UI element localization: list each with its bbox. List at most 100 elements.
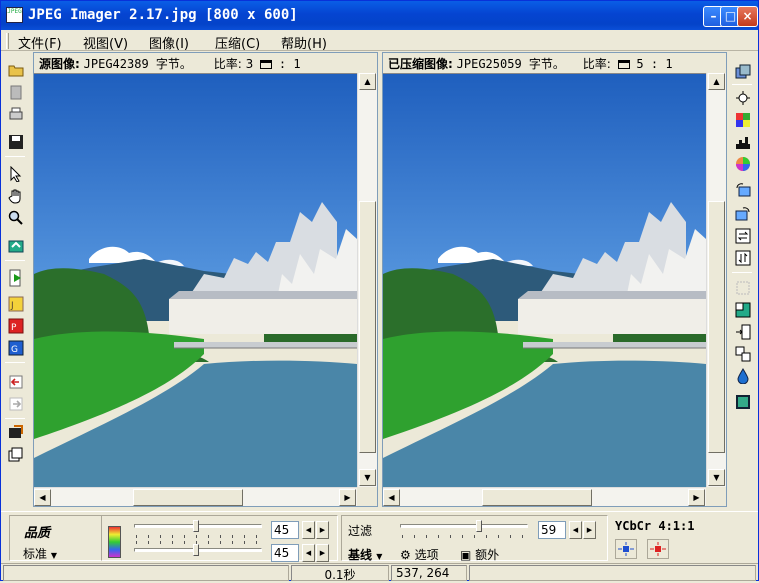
color-palette-icon[interactable] (733, 110, 753, 130)
quality-value-2-input[interactable]: 45 (271, 544, 299, 562)
close-button[interactable]: × (737, 6, 758, 27)
hand-icon[interactable] (6, 186, 26, 206)
resize-icon[interactable] (733, 300, 753, 320)
scroll-down-arrow[interactable]: ▼ (708, 469, 725, 486)
quality-2-decrement[interactable]: ◀ (302, 544, 315, 562)
scroll-thumb[interactable] (133, 489, 243, 506)
scroll-left-arrow[interactable]: ◀ (383, 489, 400, 506)
scroll-left-arrow[interactable]: ◀ (34, 489, 51, 506)
subsample-red-icon (650, 542, 666, 556)
quality-1-increment[interactable]: ▶ (316, 521, 329, 539)
flip-vertical-icon[interactable] (733, 248, 753, 268)
convert-image-icon[interactable] (6, 236, 26, 256)
options-label: 选项 (414, 548, 439, 562)
quality-mode-value: 标准 (23, 547, 48, 561)
pdf-format-icon[interactable]: P (6, 316, 26, 336)
quality-slider-1-thumb[interactable] (193, 520, 199, 532)
compressed-image-view[interactable] (383, 73, 706, 487)
scroll-thumb[interactable] (708, 201, 725, 453)
scroll-right-arrow[interactable]: ▶ (688, 489, 705, 506)
gif-format-icon[interactable]: G (6, 338, 26, 358)
crop-icon[interactable] (733, 278, 753, 298)
subsample-red-button[interactable] (647, 539, 669, 559)
arrow-right-icon: ▶ (319, 526, 326, 534)
minimize-icon: – (710, 9, 717, 23)
menu-grip[interactable] (6, 33, 9, 49)
rotate-right-icon[interactable] (733, 204, 753, 224)
quality-slider-2-thumb[interactable] (193, 544, 199, 556)
quality-label: 品质 (24, 526, 51, 541)
app-icon[interactable]: JPEG (6, 7, 23, 23)
scroll-right-arrow[interactable]: ▶ (339, 489, 356, 506)
source-vertical-scrollbar[interactable]: ▲ ▼ (357, 73, 377, 487)
quality-mode-dropdown[interactable]: 标准 ▼ (23, 545, 57, 562)
window-title: JPEG Imager 2.17.jpg [800 x 600] (28, 7, 298, 23)
scale-icon[interactable] (733, 322, 753, 342)
color-depth-icon[interactable] (733, 366, 753, 386)
flip-horizontal-icon[interactable] (733, 226, 753, 246)
compressed-horizontal-scrollbar[interactable]: ◀ ▶ (383, 487, 706, 506)
filter-decrement[interactable]: ◀ (569, 521, 582, 539)
options-button[interactable]: ⚙ 选项 (400, 546, 439, 563)
scroll-thumb[interactable] (482, 489, 592, 506)
quality-1-decrement[interactable]: ◀ (302, 521, 315, 539)
app-icon-text: JPEG (7, 8, 22, 15)
scroll-up-arrow[interactable]: ▲ (708, 73, 725, 90)
scroll-up-arrow[interactable]: ▲ (359, 73, 376, 90)
open-folder-icon[interactable] (6, 60, 26, 80)
filter-slider-thumb[interactable] (476, 520, 482, 532)
status-time: 0.1秒 (291, 565, 389, 582)
source-image-view[interactable] (34, 73, 357, 487)
slider-ticks (402, 535, 528, 538)
filter-slider-track[interactable] (400, 524, 528, 528)
filter-value-input[interactable]: 59 (538, 521, 566, 539)
compare-windows-icon[interactable] (733, 62, 753, 82)
chevron-down-icon: ▼ (376, 552, 383, 561)
export-icon[interactable] (6, 394, 26, 414)
compressed-vertical-scrollbar[interactable]: ▲ ▼ (706, 73, 726, 487)
source-horizontal-scrollbar[interactable]: ◀ ▶ (34, 487, 357, 506)
svg-text:G: G (11, 345, 18, 355)
source-label: 源图像: (39, 57, 80, 71)
save-icon[interactable] (6, 132, 26, 152)
source-size: JPEG42389 字节。 (83, 57, 192, 71)
import-icon[interactable] (6, 372, 26, 392)
scroll-thumb[interactable] (359, 201, 376, 453)
zoom-icon[interactable] (6, 208, 26, 228)
toolbar-separator (732, 84, 752, 85)
ycbcr-label: YCbCr 4:1:1 (615, 519, 695, 533)
menu-view[interactable]: 视图(V) (83, 33, 128, 52)
menu-compress[interactable]: 压缩(C) (215, 33, 260, 52)
print-icon[interactable] (6, 104, 26, 124)
quality-2-increment[interactable]: ▶ (316, 544, 329, 562)
ratio-window-icon (617, 60, 630, 69)
histogram-icon[interactable] (733, 132, 753, 152)
status-coords: 537, 264 (391, 565, 467, 581)
title-bar[interactable]: JPEG JPEG Imager 2.17.jpg [800 x 600] – … (1, 1, 758, 30)
menu-help[interactable]: 帮助(H) (281, 33, 327, 52)
batch-icon[interactable] (6, 422, 26, 442)
color-wheel-icon[interactable] (733, 154, 753, 174)
copy-window-icon[interactable] (6, 444, 26, 464)
filter-increment[interactable]: ▶ (583, 521, 596, 539)
pointer-icon[interactable] (6, 164, 26, 184)
extra-button[interactable]: ▣ 额外 (460, 546, 499, 563)
scroll-down-arrow[interactable]: ▼ (359, 469, 376, 486)
compressed-ratio-label: 比率: (582, 57, 611, 71)
subsample-blue-button[interactable] (615, 539, 637, 559)
arrow-left-icon: ◀ (305, 526, 312, 534)
svg-text:P: P (11, 323, 17, 333)
paste-icon[interactable] (6, 82, 26, 102)
jpeg-format-icon[interactable]: J (6, 294, 26, 314)
canvas-size-icon[interactable] (733, 344, 753, 364)
menu-file[interactable]: 文件(F) (18, 33, 62, 52)
rotate-left-icon[interactable] (733, 180, 753, 200)
run-compress-icon[interactable] (6, 268, 26, 288)
quality-value-1-input[interactable]: 45 (271, 521, 299, 539)
source-image-pane: 源图像: JPEG42389 字节。 比率: 3 : 1 ▲ ▼ ◀ ▶ (33, 52, 378, 507)
menu-image[interactable]: 图像(I) (149, 33, 189, 52)
compressed-size: JPEG25059 字节。 (456, 57, 565, 71)
baseline-dropdown[interactable]: 基线 ▼ (348, 546, 382, 563)
thumbnail-icon[interactable] (733, 392, 753, 412)
brightness-icon[interactable] (733, 88, 753, 108)
